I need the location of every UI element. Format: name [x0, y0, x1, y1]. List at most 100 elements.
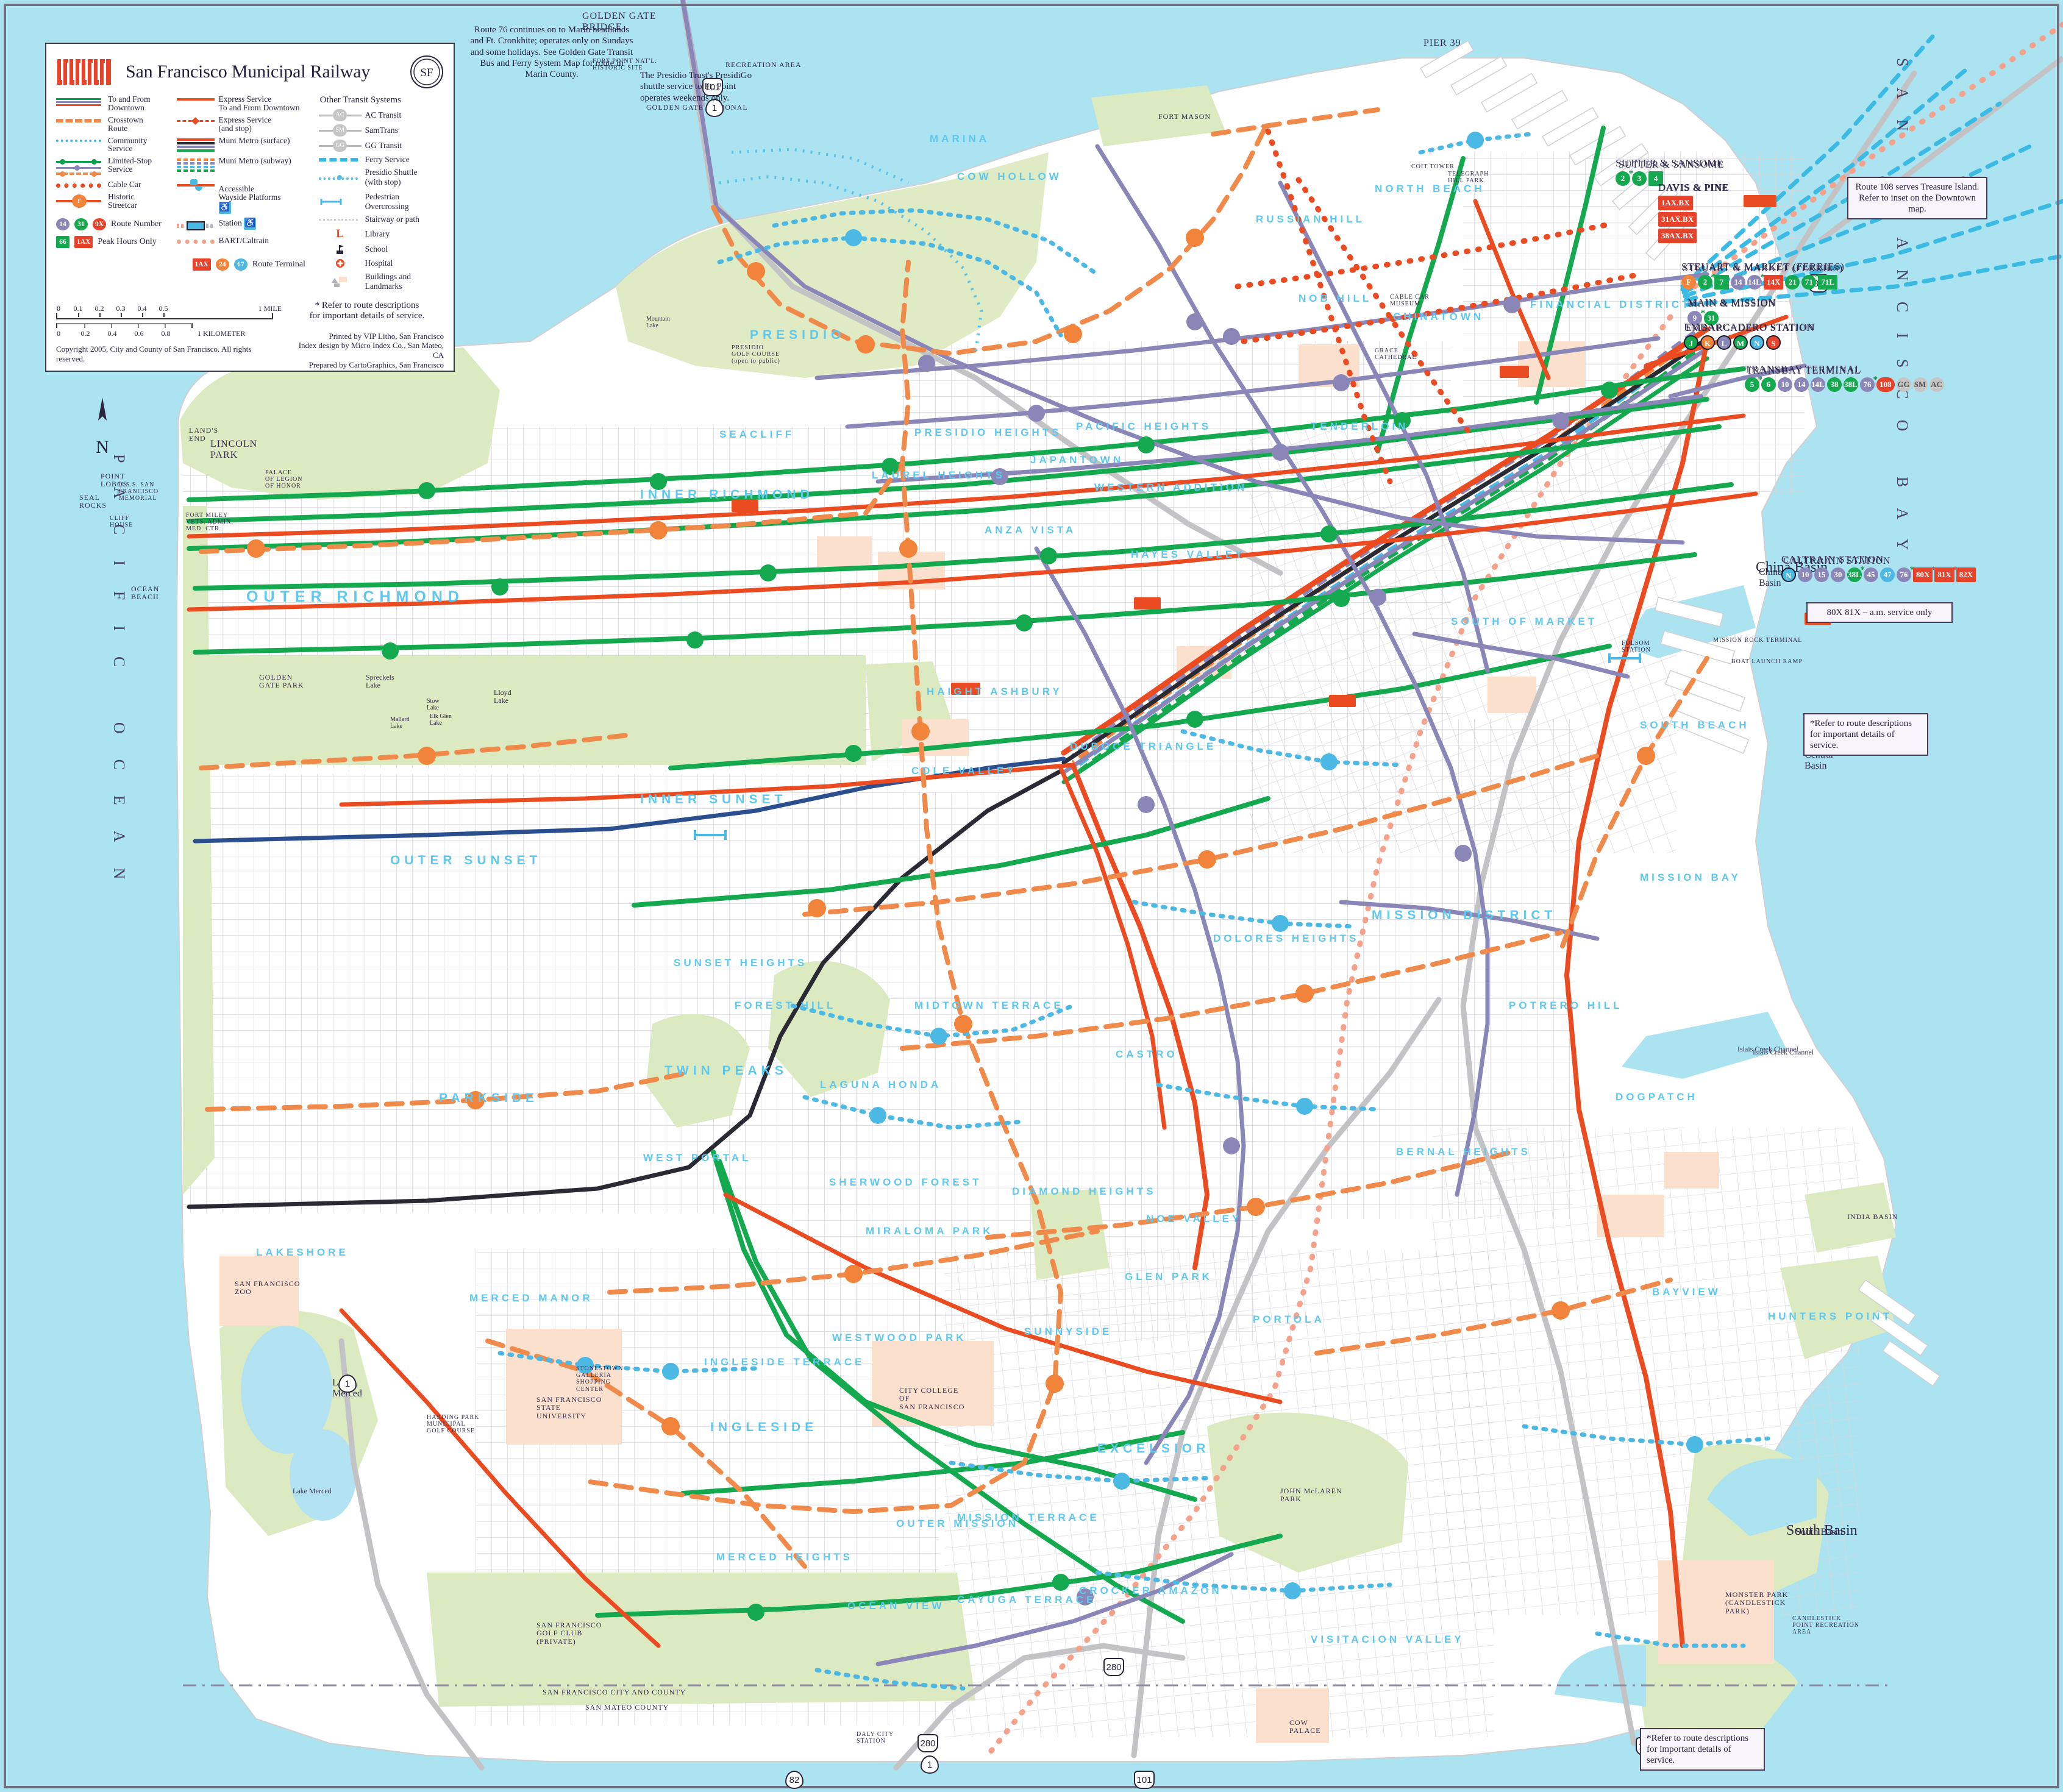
route-chip[interactable]: 38 — [1827, 377, 1842, 392]
station-cluster-steuart-market-ferries[interactable]: STEUART & MARKET (FERRIES) F 2 * 7 14 14L * 14X 2… — [1681, 261, 1845, 290]
legend-label: Peak Hours Only — [98, 236, 157, 246]
route-chip[interactable]: 2 * — [1698, 272, 1716, 290]
tick: 0.1 — [73, 304, 83, 313]
route-chip[interactable]: 14L — [1811, 377, 1825, 392]
am-service-callout[interactable]: 80X 81X – a.m. service only — [1806, 602, 1953, 623]
route-chip[interactable]: 2 * — [1616, 169, 1633, 186]
route-chip[interactable]: 80X * — [1913, 565, 1936, 582]
route-chip[interactable]: 5 * — [1745, 375, 1762, 392]
route-chip[interactable]: 30 — [1831, 567, 1845, 582]
route-chip[interactable]: 31AX.BX — [1658, 212, 1697, 227]
legend-header: San Francisco Municipal Railway SF — [56, 52, 444, 91]
legend-label: Hospital — [365, 258, 393, 268]
route-chip[interactable]: 3 — [1632, 171, 1647, 186]
legend-item-historic-streetcar: F Historic Streetcar — [56, 193, 174, 210]
legend-item-gg-transit: GG GG Transit — [318, 140, 444, 152]
peak-chip: 66 — [56, 236, 69, 249]
legend-label: Presidio Shuttle (with stop) — [365, 168, 418, 187]
route-chip[interactable]: S — [1766, 335, 1781, 350]
route-chip[interactable]: 6 — [1761, 377, 1776, 392]
tick: 0 — [57, 304, 60, 313]
scale-km-ticks: 0 0.2 0.4 0.6 0.8 1 KILOMETER — [56, 329, 280, 338]
station-cluster-caltrain-station[interactable]: CALTRAIN STATION N 10 15 30 38L * 45 47 76 * 80X * 81… — [1781, 553, 1976, 582]
compass-needle-icon — [98, 397, 107, 421]
route-chip: 31 — [74, 218, 88, 231]
route-chip[interactable]: M — [1733, 335, 1748, 350]
tick: 0.3 — [116, 304, 126, 313]
route-chip[interactable]: L — [1717, 335, 1731, 350]
route-chip[interactable]: K — [1700, 335, 1715, 350]
legend-column-2: Express Service To and From Downtown Exp… — [176, 95, 316, 294]
route-chip[interactable]: 76 * — [1860, 375, 1878, 392]
legend-panel[interactable]: San Francisco Municipal Railway SF To an… — [45, 43, 455, 372]
highway-shield-number: 1 — [338, 1374, 357, 1393]
library-icon: L — [336, 227, 344, 240]
route-chip[interactable]: 15 — [1814, 567, 1829, 582]
legend-label: BART/Caltrain — [218, 236, 269, 246]
route-chip[interactable]: J — [1684, 335, 1698, 350]
legend-item-library: L Library — [319, 227, 444, 241]
route-chip[interactable]: 71L — [1818, 275, 1838, 290]
station-cluster-chips: F 2 * 7 14 14L * 14X 21 71 * 71L — [1681, 272, 1845, 290]
route-chip[interactable]: 81X * — [1934, 565, 1958, 582]
wayside-platform-icon — [176, 177, 215, 191]
route-chip[interactable]: 82X — [1956, 567, 1976, 582]
treasure-island-callout[interactable]: Route 108 serves Treasure Island. Refer … — [1847, 177, 1987, 219]
route-chip[interactable]: 45 — [1864, 567, 1878, 582]
route-chip[interactable]: 71 * — [1801, 272, 1819, 290]
route-chip[interactable]: 47 — [1880, 567, 1895, 582]
highway-shield: 1 — [921, 1755, 939, 1774]
route-chip[interactable]: AC — [1929, 377, 1944, 392]
compass-rose: N — [90, 396, 115, 458]
route-chip[interactable]: SM — [1912, 377, 1928, 392]
route-chip[interactable]: F — [1681, 275, 1696, 290]
refer-note-right[interactable]: *Refer to route descriptions for importa… — [1803, 713, 1928, 756]
route-chip[interactable]: 21 — [1785, 275, 1800, 290]
presidigo-note: The Presidio Trust's PresidiGo shuttle s… — [640, 70, 762, 104]
station-cluster-transbay-terminal[interactable]: TRANSBAY TERMINAL 5 * 6 10 14 14L 38 38L 76 * 108 GG… — [1745, 363, 1944, 392]
route-chip[interactable]: 76 * — [1897, 565, 1914, 582]
legend-label: Buildings and Landmarks — [365, 272, 411, 291]
route-chip[interactable]: 10 — [1798, 567, 1812, 582]
ac-transit-icon: AC — [318, 109, 362, 121]
route-chip[interactable]: 38AX.BX — [1658, 229, 1697, 243]
route-chip[interactable]: 1AX.BX — [1658, 196, 1693, 210]
svg-text:SF: SF — [420, 66, 433, 79]
route-chip[interactable]: 38L * — [1847, 565, 1865, 582]
legend-item-express-stop: Express Service (and stop) — [176, 115, 316, 133]
legend-item-metro-subway: Muni Metro (subway) — [176, 155, 316, 173]
route-chip[interactable]: 7 — [1714, 275, 1729, 290]
highway-shield-number: 82 — [785, 1771, 803, 1789]
legend-label: Ferry Service — [365, 155, 410, 164]
station-cluster-chips: JKLMNS — [1684, 335, 1815, 350]
station-cluster-davis-pine[interactable]: DAVIS & PINE 1AX.BX 31AX.BX 38AX.BX — [1658, 182, 1729, 245]
legend-label: Route Number — [111, 219, 162, 229]
station-cluster-title: DAVIS & PINE — [1658, 182, 1730, 193]
route-chip[interactable]: 14X — [1764, 275, 1784, 290]
gg-pill-label: GG — [332, 140, 347, 152]
tick: 0.2 — [94, 304, 104, 313]
route-chip[interactable]: 10 — [1778, 377, 1792, 392]
legend-item-station: Station ♿ — [176, 218, 316, 233]
route-chip[interactable]: 14 — [1794, 377, 1809, 392]
route-chip[interactable]: N — [1750, 335, 1764, 350]
ferry-icon — [318, 157, 362, 163]
terminal-chip: 1AX — [192, 258, 211, 271]
station-cluster-embarcadero-station[interactable]: EMBARCADERO STATION J K L M N S — [1684, 321, 1815, 350]
legend-column-1: To and From Downtown Crosstown Route Com… — [56, 95, 174, 294]
legend-label: Muni Metro (subway) — [218, 155, 291, 165]
route-chip[interactable]: N — [1781, 567, 1796, 582]
presidio-shuttle-icon — [318, 174, 362, 180]
triple-line-icon — [56, 95, 104, 107]
highway-shield-number: 101 — [1134, 1771, 1155, 1789]
route-chip[interactable]: 38L — [1844, 377, 1858, 392]
legend-item-hospital: Hospital — [319, 258, 444, 269]
legend-label: Route Terminal — [252, 260, 305, 269]
route-chip[interactable]: GG — [1896, 377, 1911, 392]
route-chip[interactable]: 108 — [1876, 377, 1895, 392]
route-chip[interactable]: 14 — [1731, 275, 1745, 290]
refer-note-bottom[interactable]: *Refer to route descriptions for importa… — [1640, 1728, 1765, 1771]
terminal-chip: 67 — [233, 258, 248, 271]
hospital-icon — [319, 258, 362, 269]
route-chip[interactable]: 14L * — [1747, 272, 1765, 290]
